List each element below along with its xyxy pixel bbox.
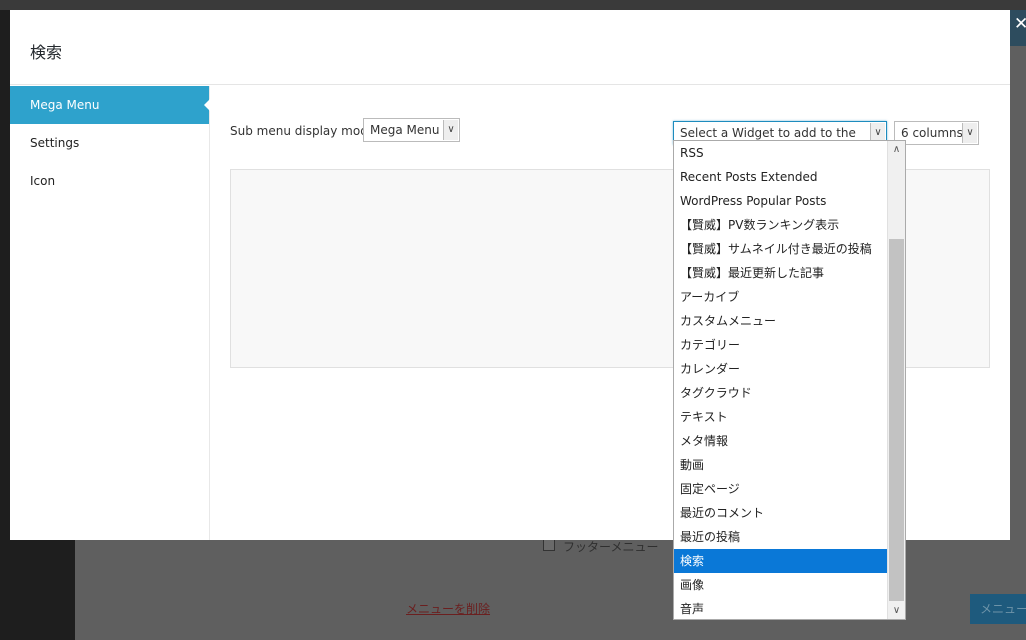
dropdown-option[interactable]: 最近の投稿 — [674, 525, 888, 549]
footer-menu-label: フッターメニュー — [563, 540, 659, 554]
nav-tab-mega-menu[interactable]: Mega Menu — [10, 86, 210, 124]
nav-tab-label: Icon — [30, 174, 56, 188]
submenu-display-mode-label: Sub menu display mode — [230, 124, 376, 138]
dropdown-option[interactable]: WordPress Popular Posts — [674, 189, 888, 213]
nav-tab-label: Settings — [30, 136, 80, 150]
nav-tab-label: Mega Menu — [30, 98, 100, 112]
dropdown-items: RSS Recent Posts Extended WordPress Popu… — [674, 141, 888, 621]
submenu-display-mode-select[interactable]: Mega Menu ∨ — [363, 118, 460, 142]
dropdown-option[interactable]: カレンダー — [674, 357, 888, 381]
columns-select-value: 6 columns — [901, 126, 963, 140]
dropdown-option[interactable]: アーカイブ — [674, 285, 888, 309]
widget-dropdown-list[interactable]: RSS Recent Posts Extended WordPress Popu… — [673, 140, 906, 620]
close-icon[interactable]: ✕ — [1014, 14, 1026, 34]
dropdown-option[interactable]: 最近のコメント — [674, 501, 888, 525]
dropdown-option[interactable]: Recent Posts Extended — [674, 165, 888, 189]
dropdown-option[interactable]: カスタムメニュー — [674, 309, 888, 333]
scroll-up-icon[interactable]: ∧ — [888, 141, 905, 158]
dropdown-option[interactable]: カテゴリー — [674, 333, 888, 357]
nav-tab-settings[interactable]: Settings — [10, 124, 209, 162]
nav-tab-icon[interactable]: Icon — [10, 162, 209, 200]
dropdown-option[interactable]: 【賢威】サムネイル付き最近の投稿 — [674, 237, 888, 261]
submenu-select-value: Mega Menu — [370, 123, 440, 137]
dropdown-option[interactable]: 【賢威】PV数ランキング表示 — [674, 213, 888, 237]
modal-header: 検索 — [10, 10, 1010, 85]
dropdown-option[interactable]: タグクラウド — [674, 381, 888, 405]
modal-sidebar-nav: Mega Menu Settings Icon — [10, 86, 210, 540]
dropdown-scrollbar[interactable]: ∧ ∨ — [887, 141, 905, 619]
save-menu-button[interactable]: メニュー — [970, 594, 1026, 624]
chevron-down-icon: ∨ — [443, 120, 458, 140]
scrollbar-thumb[interactable] — [889, 239, 904, 601]
chevron-down-icon: ∨ — [962, 123, 977, 143]
dropdown-option[interactable]: 固定ページ — [674, 477, 888, 501]
delete-menu-link[interactable]: メニューを削除 — [406, 600, 490, 617]
dropdown-option[interactable]: 【賢威】最近更新した記事 — [674, 261, 888, 285]
dropdown-option[interactable]: テキスト — [674, 405, 888, 429]
modal-title: 検索 — [30, 43, 63, 62]
dropdown-option-selected[interactable]: 検索 — [674, 549, 888, 573]
dropdown-option[interactable]: RSS — [674, 141, 888, 165]
dropdown-option[interactable]: メタ情報 — [674, 429, 888, 453]
background-admin-bar — [0, 0, 1026, 10]
scroll-down-icon[interactable]: ∨ — [888, 602, 905, 619]
dropdown-option[interactable]: 音声 — [674, 597, 888, 621]
columns-select[interactable]: 6 columns ∨ — [894, 121, 979, 145]
footer-menu-checkbox[interactable] — [543, 539, 555, 551]
dropdown-option[interactable]: 動画 — [674, 453, 888, 477]
dropdown-option[interactable]: 画像 — [674, 573, 888, 597]
